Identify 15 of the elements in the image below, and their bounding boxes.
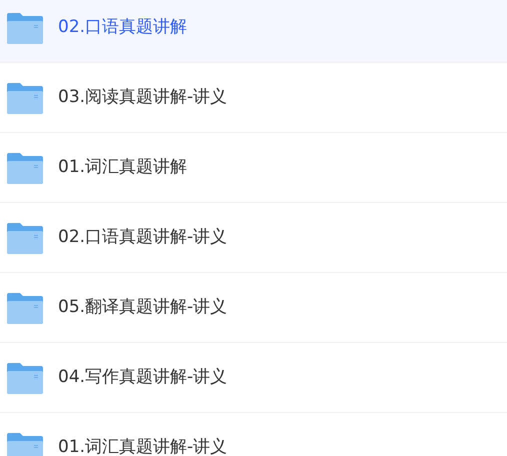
folder-name: 05.翻译真题讲解-讲义 — [58, 296, 228, 319]
folder-name: 01.词汇真题讲解 — [58, 156, 188, 179]
folder-icon — [7, 152, 43, 184]
folder-name: 02.口语真题讲解-讲义 — [58, 226, 228, 249]
folder-name: 01.词汇真题讲解-讲义 — [58, 436, 228, 456]
folder-row[interactable]: 02.口语真题讲解 — [0, 0, 507, 63]
folder-icon — [7, 362, 43, 394]
folder-icon — [7, 12, 43, 44]
folder-name: 02.口语真题讲解 — [58, 16, 188, 39]
folder-icon — [7, 292, 43, 324]
folder-icon — [7, 82, 43, 114]
folder-name: 04.写作真题讲解-讲义 — [58, 366, 228, 389]
folder-icon — [7, 432, 43, 456]
folder-icon — [7, 222, 43, 254]
folder-name: 03.阅读真题讲解-讲义 — [58, 86, 228, 109]
